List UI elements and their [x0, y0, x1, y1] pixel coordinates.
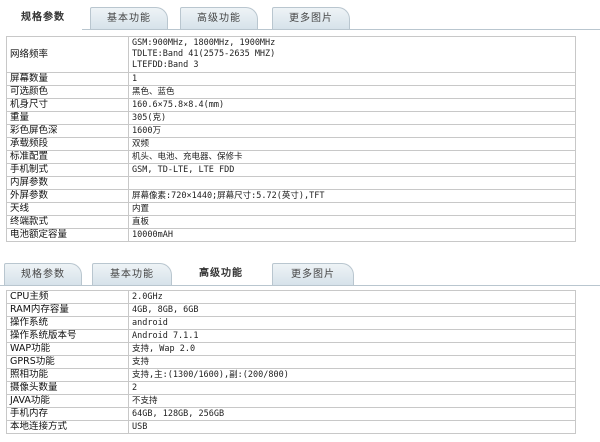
tab-advanced[interactable]: 高级功能 [180, 7, 258, 29]
spec-value: USB [128, 420, 576, 434]
spec-label: 照相功能 [6, 368, 129, 382]
tab-divider [82, 29, 600, 30]
table-row: GPRS功能 支持 [6, 355, 576, 369]
tab-advanced[interactable]: 高级功能 [180, 263, 262, 285]
spec-label: 外屏参数 [6, 189, 129, 203]
table-row: 操作系统 android [6, 316, 576, 330]
spec-label: 屏幕数量 [6, 72, 129, 86]
spec-label: 手机制式 [6, 163, 129, 177]
spec-label: 本地连接方式 [6, 420, 129, 434]
table-row: 照相功能 支持,主:(1300/1600),副:(200/800) [6, 368, 576, 382]
spec-label: 重量 [6, 111, 129, 125]
spec-label: GPRS功能 [6, 355, 129, 369]
table-row: 手机内存 64GB, 128GB, 256GB [6, 407, 576, 421]
spec-value: 2.0GHz [128, 290, 576, 304]
tab-basic[interactable]: 基本功能 [92, 263, 172, 285]
spec-value: 305(克) [128, 111, 576, 125]
tab-more-images[interactable]: 更多图片 [272, 7, 350, 29]
spec-value [128, 176, 576, 190]
spec-value: 不支持 [128, 394, 576, 408]
tab-divider [0, 285, 600, 286]
spec-label: 摄像头数量 [6, 381, 129, 395]
spec-value: 内置 [128, 202, 576, 216]
table-row: 内屏参数 [6, 176, 576, 190]
tab-basic[interactable]: 基本功能 [90, 7, 168, 29]
tab-bar: 规格参数 基本功能 高级功能 更多图片 [0, 256, 600, 286]
table-row: WAP功能 支持, Wap 2.0 [6, 342, 576, 356]
table-row: 本地连接方式 USB [6, 420, 576, 434]
spec-label: JAVA功能 [6, 394, 129, 408]
table-row: 承载频段 双频 [6, 137, 576, 151]
spec-label: 彩色屏色深 [6, 124, 129, 138]
spec-label: 机身尺寸 [6, 98, 129, 112]
spec-value: Android 7.1.1 [128, 329, 576, 343]
tab-more-images[interactable]: 更多图片 [272, 263, 354, 285]
table-row: 终端款式 直板 [6, 215, 576, 229]
spec-value: 直板 [128, 215, 576, 229]
spec-label: CPU主频 [6, 290, 129, 304]
spec-value: 2 [128, 381, 576, 395]
tab-specs[interactable]: 规格参数 [4, 263, 82, 285]
spec-label: 可选颜色 [6, 85, 129, 99]
table-row: 机身尺寸 160.6×75.8×8.4(mm) [6, 98, 576, 112]
table-row: 外屏参数 屏幕像素:720×1440;屏幕尺寸:5.72(英寸),TFT [6, 189, 576, 203]
table-row: CPU主频 2.0GHz [6, 290, 576, 304]
table-row: 彩色屏色深 1600万 [6, 124, 576, 138]
table-row: JAVA功能 不支持 [6, 394, 576, 408]
table-row: 天线 内置 [6, 202, 576, 216]
spec-value: 支持, Wap 2.0 [128, 342, 576, 356]
spec-value: 1600万 [128, 124, 576, 138]
advanced-table: CPU主频 2.0GHz RAM内存容量 4GB, 8GB, 6GB 操作系统 andro… [6, 290, 576, 434]
spec-value: 支持 [128, 355, 576, 369]
table-row: 重量 305(克) [6, 111, 576, 125]
spec-value: 64GB, 128GB, 256GB [128, 407, 576, 421]
spec-value: 10000mAH [128, 228, 576, 242]
spec-label: 网络频率 [6, 36, 129, 73]
spec-table: 网络频率 GSM:900MHz, 1800MHz, 1900MHz TDLTE:Ba… [6, 36, 576, 242]
table-row: 手机制式 GSM, TD-LTE, LTE FDD [6, 163, 576, 177]
spec-value: android [128, 316, 576, 330]
spec-value: 黑色、蓝色 [128, 85, 576, 99]
table-row: 屏幕数量 1 [6, 72, 576, 86]
spec-value: GSM:900MHz, 1800MHz, 1900MHz TDLTE:Band 4… [128, 36, 576, 73]
table-row: 标准配置 机头、电池、充电器、保修卡 [6, 150, 576, 164]
spec-value: 160.6×75.8×8.4(mm) [128, 98, 576, 112]
table-row: 摄像头数量 2 [6, 381, 576, 395]
spec-label: 手机内存 [6, 407, 129, 421]
tab-bar: 规格参数 基本功能 高级功能 更多图片 [0, 0, 600, 30]
spec-label: WAP功能 [6, 342, 129, 356]
table-row: RAM内存容量 4GB, 8GB, 6GB [6, 303, 576, 317]
table-row: 电池额定容量 10000mAH [6, 228, 576, 242]
spec-label: 标准配置 [6, 150, 129, 164]
spec-label: 承载频段 [6, 137, 129, 151]
spec-label: 终端款式 [6, 215, 129, 229]
spec-label: RAM内存容量 [6, 303, 129, 317]
spec-value: 支持,主:(1300/1600),副:(200/800) [128, 368, 576, 382]
spec-value: 机头、电池、充电器、保修卡 [128, 150, 576, 164]
table-row: 可选颜色 黑色、蓝色 [6, 85, 576, 99]
spec-value: 屏幕像素:720×1440;屏幕尺寸:5.72(英寸),TFT [128, 189, 576, 203]
spec-value: 双频 [128, 137, 576, 151]
spec-label: 操作系统 [6, 316, 129, 330]
table-row: 操作系统版本号 Android 7.1.1 [6, 329, 576, 343]
tab-specs[interactable]: 规格参数 [4, 7, 82, 29]
spec-value: 4GB, 8GB, 6GB [128, 303, 576, 317]
spec-label: 操作系统版本号 [6, 329, 129, 343]
spec-value: GSM, TD-LTE, LTE FDD [128, 163, 576, 177]
spec-label: 天线 [6, 202, 129, 216]
spec-label: 电池额定容量 [6, 228, 129, 242]
table-row: 网络频率 GSM:900MHz, 1800MHz, 1900MHz TDLTE:Ba… [6, 36, 576, 73]
spec-panel: 规格参数 基本功能 高级功能 更多图片 网络频率 GSM:900MHz, 1800… [0, 0, 600, 242]
spec-label: 内屏参数 [6, 176, 129, 190]
advanced-panel: 规格参数 基本功能 高级功能 更多图片 CPU主频 2.0GHz RAM内存容量 4G… [0, 256, 600, 434]
spec-value: 1 [128, 72, 576, 86]
